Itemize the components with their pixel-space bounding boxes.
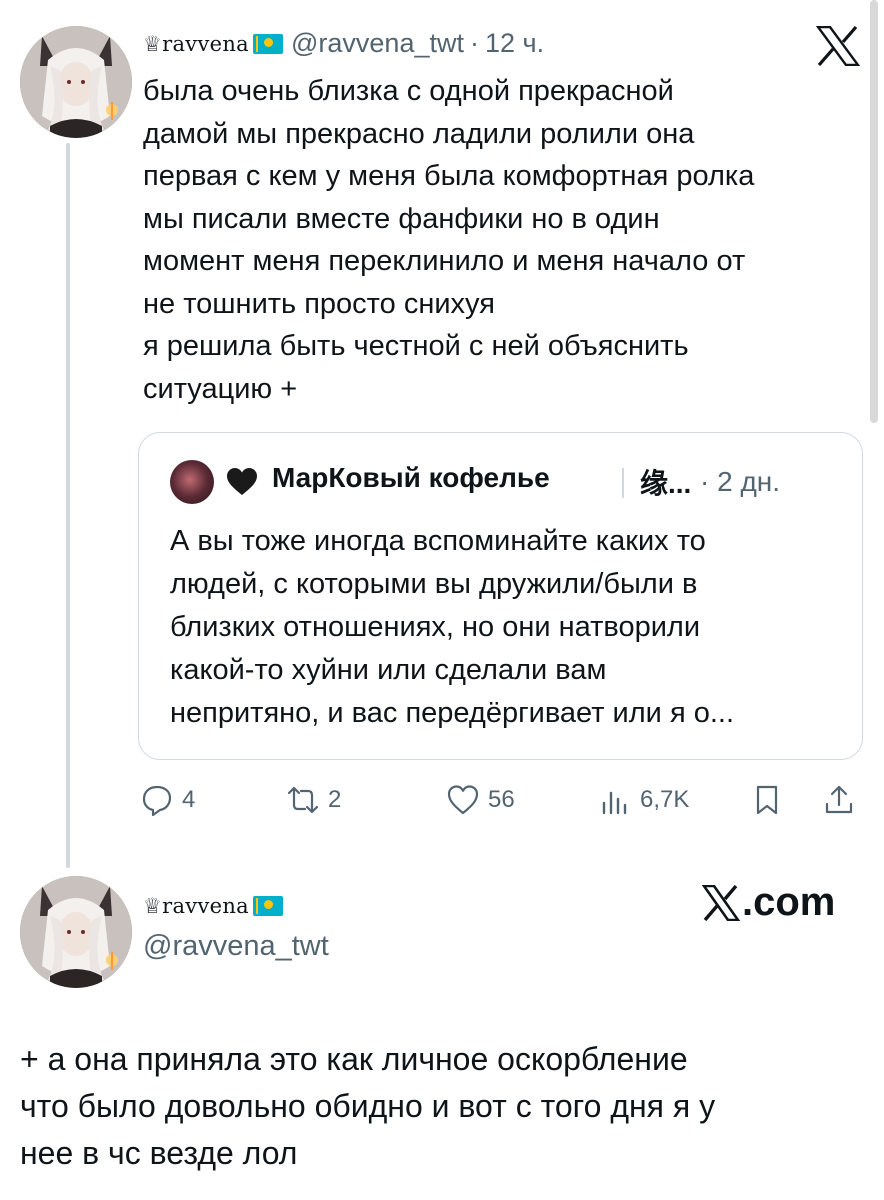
reply-count: 4 [182,786,196,813]
like-count: 56 [488,786,515,813]
like-button[interactable]: 56 [446,780,515,820]
author-avatar[interactable] [20,26,132,138]
views-count: 6,7K [640,786,690,813]
reply-text: + а она приняла это как личное оскорблен… [20,1041,716,1171]
quote-text: А вы тоже иногда вспоминайте каких то лю… [170,525,734,729]
tweet-timestamp[interactable]: 12 ч. [485,28,544,59]
quote-author-avatar[interactable] [170,460,214,504]
reply-button[interactable]: 4 [140,780,195,820]
name-divider [622,468,624,498]
reply-author-avatar[interactable] [20,876,132,988]
reply-author-handle[interactable]: @ravvena_twt [143,930,329,963]
bookmark-icon [756,785,778,815]
views-icon [602,791,627,815]
author-handle[interactable]: @ravvena_twt [291,28,464,59]
retweet-button[interactable]: 2 [286,780,341,820]
reply-icon [142,785,172,817]
reply-author-display-name[interactable]: ♕ravvena [143,894,249,918]
reply-author-name-row: ♕ravvena [143,894,291,918]
author-display-name[interactable]: ♕ravvena [143,32,249,56]
brand-domain: .com [742,880,836,924]
black-heart-icon [227,468,257,495]
share-button[interactable] [822,780,864,820]
retweet-icon [287,786,319,814]
avatar-illustration [20,876,132,988]
x-com-brand: .com [702,880,835,925]
quote-timestamp[interactable]: · 2 дн. [700,466,780,498]
share-icon [825,785,853,814]
scrollbar[interactable] [870,0,878,423]
kazakhstan-flag-icon [253,33,283,54]
quote-author-extra: 缘... [640,468,692,499]
avatar-illustration [20,26,132,138]
views-button[interactable]: 6,7K [598,780,689,820]
x-logo-icon[interactable] [816,26,860,66]
bookmark-button[interactable] [750,780,792,820]
tweet-text: была очень близка с одной прекрасной дам… [143,75,755,405]
like-icon [447,785,479,815]
quote-time: 2 дн. [717,466,781,497]
tweet-header: ♕ravvena @ravvena_twt · 12 ч. [143,28,544,59]
header-separator: · [469,28,479,58]
quote-separator: · [700,466,710,497]
quote-author-name[interactable]: МарКовый кофелье [272,462,550,494]
thread-connector-line [66,143,70,868]
retweet-count: 2 [328,786,342,813]
x-logo-icon [702,884,740,921]
kazakhstan-flag-icon [253,896,283,916]
